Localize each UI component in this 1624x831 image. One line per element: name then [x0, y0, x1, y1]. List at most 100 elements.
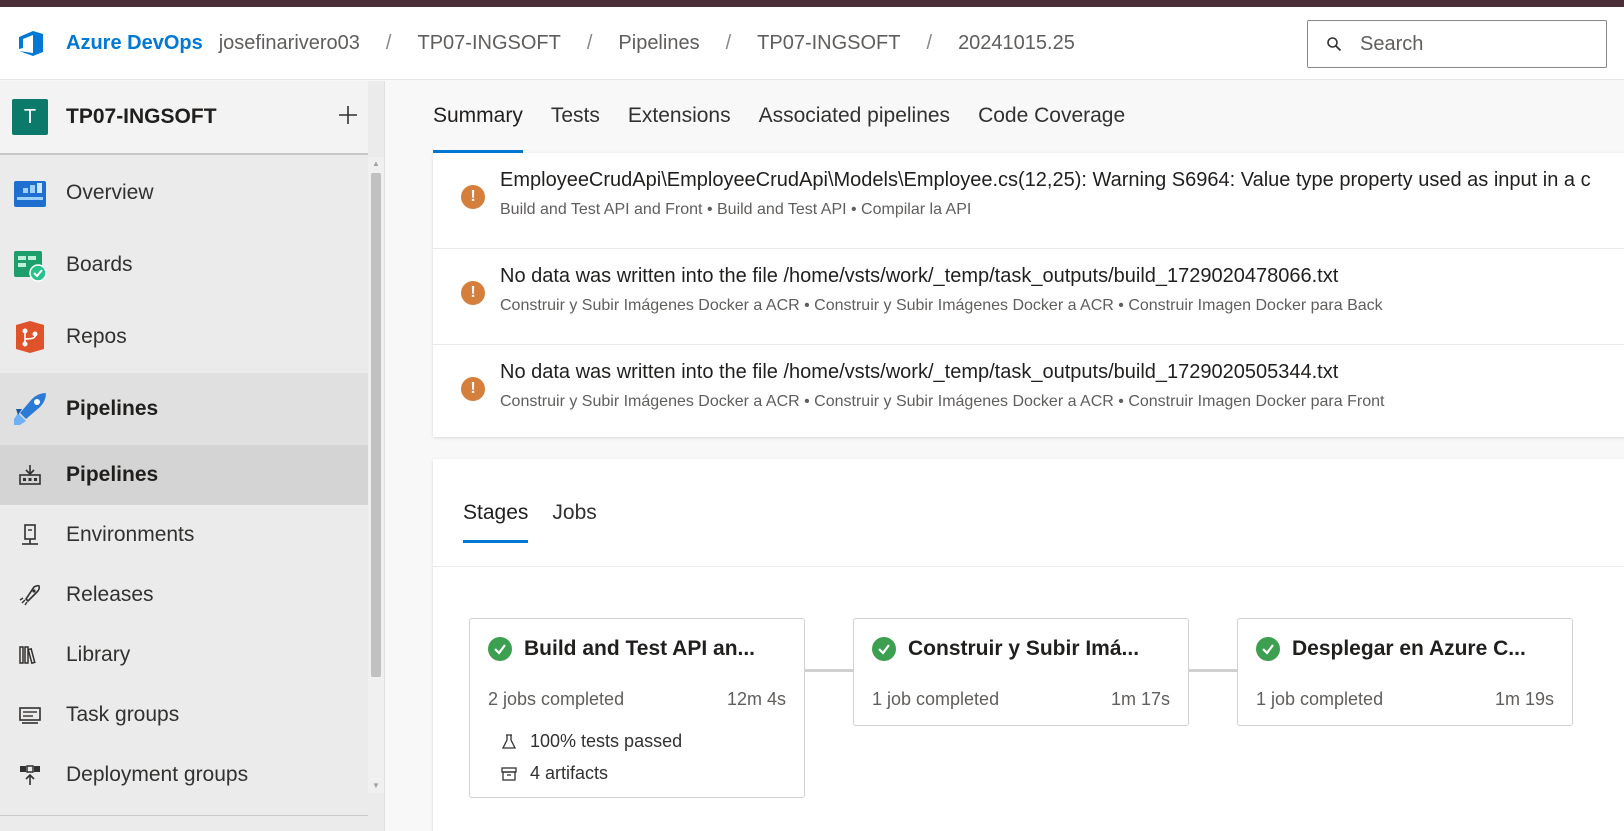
azure-devops-logo-icon[interactable]	[14, 26, 48, 60]
stage-tests-label: 100% tests passed	[530, 731, 683, 751]
library-icon	[18, 643, 42, 667]
stage-artifacts-label: 4 artifacts	[530, 763, 609, 783]
sidebar-item-overview[interactable]: Overview	[0, 157, 368, 229]
sidebar-subitem-label: Pipelines	[66, 463, 159, 486]
search-box[interactable]	[1307, 20, 1607, 68]
success-check-icon	[872, 637, 896, 661]
stage-title: Build and Test API an...	[524, 637, 756, 660]
pipelines-icon	[12, 391, 48, 427]
warning-icon: !	[461, 377, 485, 401]
tab-extensions[interactable]: Extensions	[628, 81, 731, 151]
breadcrumb-pipelines[interactable]: Pipelines	[618, 32, 699, 55]
sidebar-subitem-pipelines[interactable]: Pipelines	[0, 445, 368, 505]
search-icon	[1324, 34, 1344, 54]
breadcrumb-project[interactable]: TP07-INGSOFT	[417, 32, 560, 55]
sidebar-item-pipelines[interactable]: Pipelines	[0, 373, 368, 445]
artifact-box-icon	[500, 765, 518, 783]
stage-title: Desplegar en Azure C...	[1292, 637, 1526, 660]
sidebar-subitem-environments[interactable]: Environments	[0, 505, 368, 565]
main-content: Summary Tests Extensions Associated pipe…	[386, 81, 1624, 831]
brand-name[interactable]: Azure DevOps	[66, 32, 203, 55]
sidebar-subitem-label: Library	[66, 643, 131, 666]
sidebar-subitem-releases[interactable]: Releases	[0, 565, 368, 625]
tab-associated-pipelines[interactable]: Associated pipelines	[759, 81, 950, 151]
sidebar-divider	[0, 815, 368, 831]
sidebar-subitem-label: Task groups	[66, 703, 180, 726]
stage-duration: 12m 4s	[726, 689, 786, 709]
warning-icon: !	[461, 185, 485, 209]
tab-summary[interactable]: Summary	[433, 81, 523, 153]
breadcrumb-separator: /	[725, 31, 732, 54]
scroll-down-icon[interactable]: ▼	[372, 781, 380, 790]
tab-stages[interactable]: Stages	[463, 483, 529, 543]
sidebar-scroll-thumb[interactable]	[371, 173, 381, 677]
sidebar-subitem-task-groups[interactable]: Task groups	[0, 685, 368, 745]
issue-message: No data was written into the file /home/…	[500, 265, 1339, 287]
success-check-icon	[488, 637, 512, 661]
issue-path: Construir y Subir Imágenes Docker a ACR …	[500, 393, 1385, 410]
stages-tabs: Stages Jobs	[433, 459, 1624, 567]
issue-message: No data was written into the file /home/…	[500, 361, 1339, 383]
issue-item[interactable]: ! EmployeeCrudApi\EmployeeCrudApi\Models…	[433, 153, 1624, 249]
project-avatar: T	[12, 99, 48, 135]
tab-tests[interactable]: Tests	[551, 81, 600, 151]
success-check-icon	[1256, 637, 1280, 661]
sidebar-item-boards[interactable]: Boards	[0, 229, 368, 301]
sidebar-item-repos[interactable]: Repos	[0, 301, 368, 373]
stage-connector	[805, 669, 853, 672]
sidebar-subitem-label: Environments	[66, 523, 195, 546]
stage-connector	[1189, 669, 1237, 672]
top-bar: Azure DevOps josefinarivero03 / TP07-ING…	[0, 7, 1624, 80]
task-groups-icon	[18, 703, 42, 727]
issue-item[interactable]: ! No data was written into the file /hom…	[433, 249, 1624, 345]
tab-code-coverage[interactable]: Code Coverage	[978, 81, 1125, 151]
boards-icon	[12, 247, 48, 283]
flask-icon	[500, 733, 518, 751]
sidebar-subitem-library[interactable]: Library	[0, 625, 368, 685]
breadcrumb-separator: /	[586, 31, 593, 54]
stage-jobs-status: 2 jobs completed	[488, 689, 625, 709]
sidebar-scrollbar[interactable]: ▲ ▼	[368, 157, 384, 793]
scroll-up-icon[interactable]: ▲	[372, 159, 380, 168]
sidebar: T TP07-INGSOFT Overview Boards Repos Pip…	[0, 81, 385, 831]
issue-path: Construir y Subir Imágenes Docker a ACR …	[500, 297, 1383, 314]
sidebar-subitem-label: Deployment groups	[66, 763, 249, 786]
stage-title: Construir y Subir Imá...	[908, 637, 1140, 660]
breadcrumb-separator: /	[385, 31, 392, 54]
stage-card[interactable]: Build and Test API an... 2 jobs complete…	[469, 618, 805, 798]
stages-card: Stages Jobs Build and Test API an... 2 j…	[433, 459, 1624, 831]
issue-path: Build and Test API and Front • Build and…	[500, 201, 972, 218]
deployment-groups-icon	[18, 763, 42, 787]
project-name[interactable]: TP07-INGSOFT	[66, 105, 217, 129]
project-header[interactable]: T TP07-INGSOFT	[0, 81, 368, 155]
issue-item[interactable]: ! No data was written into the file /hom…	[433, 345, 1624, 441]
issues-list: ! EmployeeCrudApi\EmployeeCrudApi\Models…	[433, 153, 1624, 437]
sidebar-item-label: Boards	[66, 253, 133, 276]
overview-icon	[12, 175, 48, 211]
breadcrumb-pipeline[interactable]: TP07-INGSOFT	[757, 32, 900, 55]
tab-jobs[interactable]: Jobs	[552, 483, 596, 543]
stage-jobs-status: 1 job completed	[872, 689, 1000, 709]
pipelines-sub-icon	[18, 463, 42, 487]
stage-card[interactable]: Desplegar en Azure C... 1 job completed …	[1237, 618, 1573, 726]
sidebar-item-label: Repos	[66, 325, 127, 348]
stage-duration: 1m 19s	[1494, 689, 1554, 709]
sidebar-item-label: Pipelines	[66, 397, 159, 420]
stage-card[interactable]: Construir y Subir Imá... 1 job completed…	[853, 618, 1189, 726]
sidebar-nav: Overview Boards Repos Pipelines Pipeline…	[0, 157, 368, 805]
add-icon[interactable]	[336, 103, 360, 127]
sidebar-subitem-label: Releases	[66, 583, 154, 606]
stage-tests-summary[interactable]: 100% tests passed	[500, 731, 682, 752]
sidebar-item-label: Overview	[66, 181, 154, 204]
sidebar-subitem-deployment-groups[interactable]: Deployment groups	[0, 745, 368, 805]
run-tabs: Summary Tests Extensions Associated pipe…	[386, 81, 1624, 153]
breadcrumb-organization[interactable]: josefinarivero03	[219, 32, 360, 55]
breadcrumb-separator: /	[926, 31, 933, 54]
breadcrumb-run[interactable]: 20241015.25	[958, 32, 1075, 55]
warning-icon: !	[461, 281, 485, 305]
stage-duration: 1m 17s	[1110, 689, 1170, 709]
repos-icon	[12, 319, 48, 355]
stage-artifacts[interactable]: 4 artifacts	[500, 763, 608, 784]
search-input[interactable]	[1360, 32, 1590, 56]
environments-icon	[18, 523, 42, 547]
